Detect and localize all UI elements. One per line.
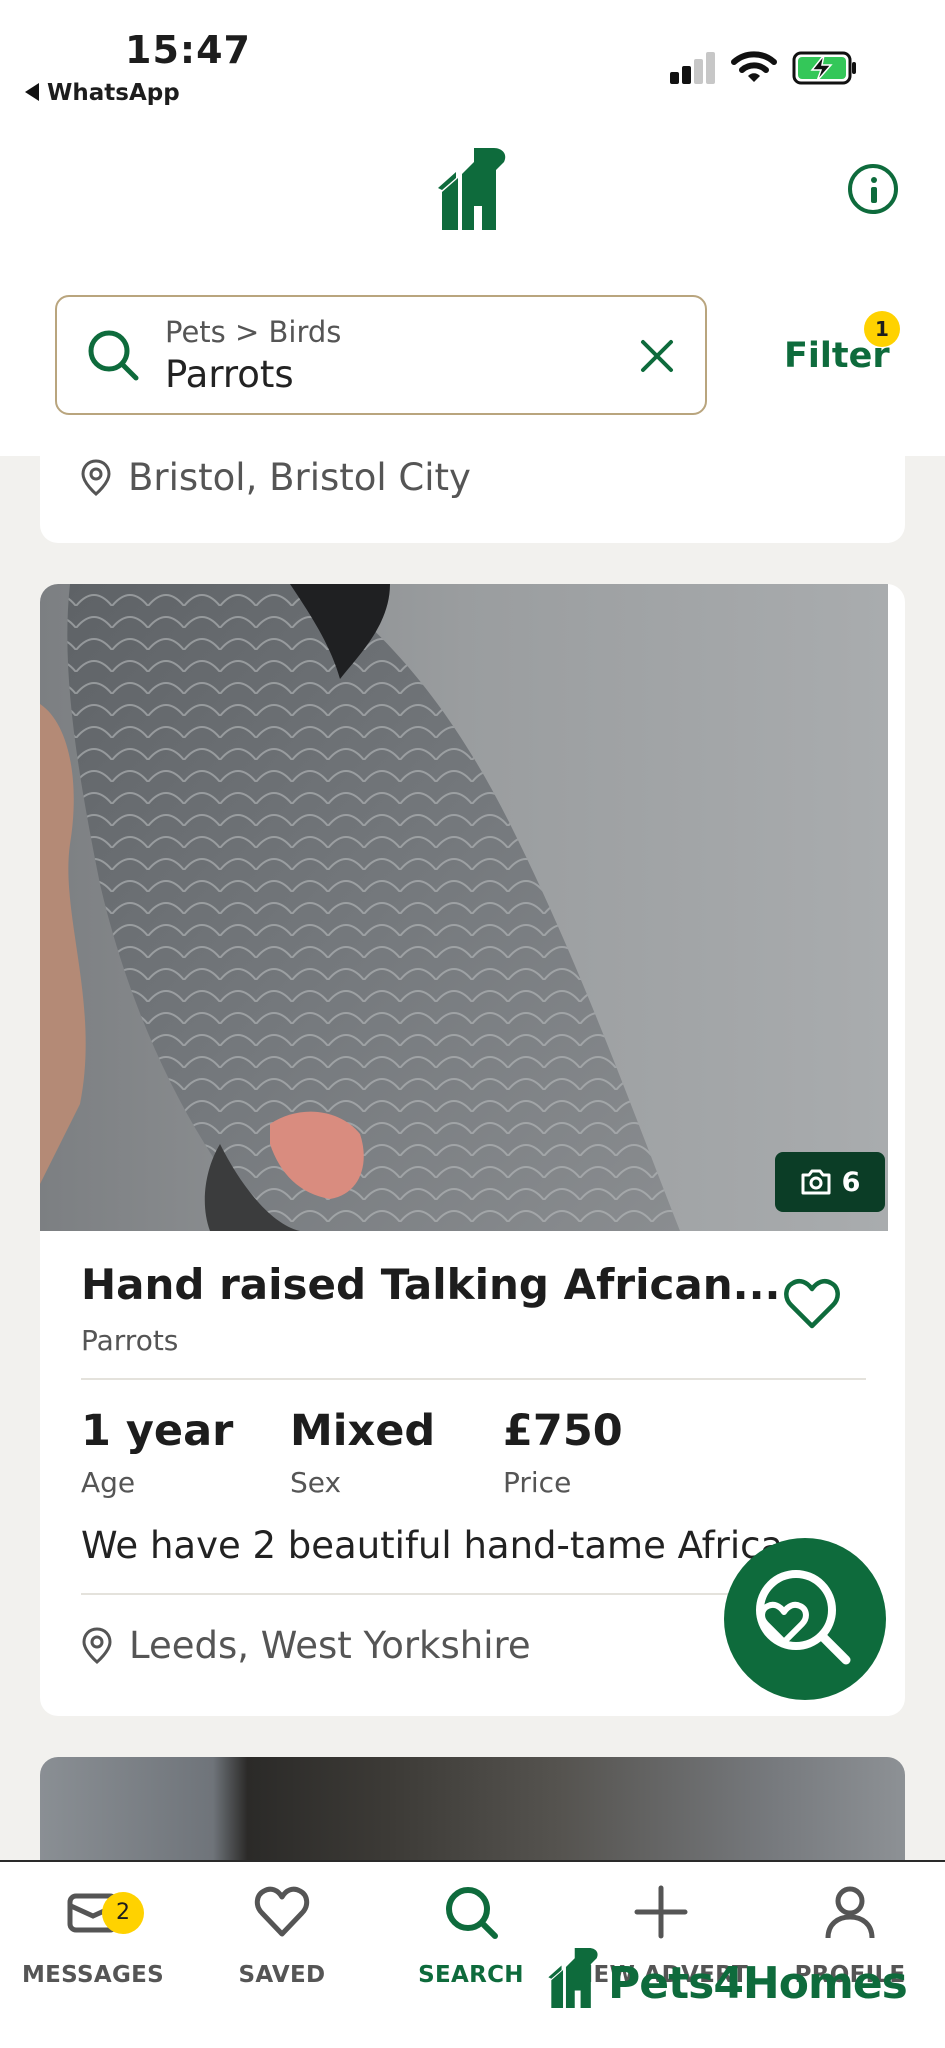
stat-value: Mixed [290, 1406, 436, 1456]
camera-icon [801, 1169, 831, 1195]
cellular-signal-icon [668, 52, 718, 84]
clear-search-icon[interactable] [640, 339, 674, 373]
listing-location: Bristol, Bristol City [80, 456, 471, 499]
listing-photo[interactable] [40, 584, 888, 1231]
listing-card-previous[interactable]: Bristol, Bristol City [40, 440, 905, 543]
location-text: Leeds, West Yorkshire [129, 1624, 531, 1667]
back-to-app-link[interactable]: WhatsApp [25, 80, 180, 106]
photo-count: 6 [841, 1166, 861, 1198]
nav-messages[interactable]: MESSAGES [3, 1884, 183, 1988]
nav-label: SAVED [238, 1962, 326, 1988]
listing-category: Parrots [81, 1324, 179, 1357]
info-icon [871, 177, 877, 183]
stat-sex: Mixed Sex [290, 1406, 435, 1499]
heart-search-icon [756, 1570, 851, 1665]
nav-label: MESSAGES [21, 1962, 165, 1988]
pets4homes-watermark: Pets4Homes [548, 1948, 908, 2009]
search-icon [88, 330, 139, 381]
stat-price: £750 Price [503, 1406, 623, 1499]
parrot-photo-image [40, 584, 888, 1231]
stat-value: 1 year [81, 1406, 234, 1456]
wifi-icon [731, 51, 777, 82]
nav-search[interactable]: SEARCH [381, 1884, 561, 1988]
heart-icon [254, 1886, 310, 1937]
nav-label: SEARCH [418, 1962, 524, 1988]
search-query[interactable]: Parrots [165, 353, 294, 396]
listing-card-next[interactable] [40, 1757, 905, 1877]
info-button[interactable] [848, 164, 898, 214]
search-field[interactable]: Pets > Birds Parrots [55, 295, 707, 415]
pets4homes-logo-icon [548, 1948, 598, 2008]
stat-age: 1 year Age [81, 1406, 233, 1499]
stat-label: Price [503, 1466, 572, 1499]
location-pin-icon [81, 458, 111, 496]
listing-title[interactable]: Hand raised Talking African... [81, 1260, 801, 1309]
saved-search-fab[interactable] [724, 1538, 886, 1700]
back-arrow-icon [25, 83, 39, 101]
messages-count-badge: 2 [102, 1892, 144, 1934]
search-breadcrumb: Pets > Birds [165, 315, 342, 349]
person-icon [825, 1886, 875, 1939]
location-pin-icon [82, 1626, 112, 1664]
nav-saved[interactable]: SAVED [192, 1884, 372, 1988]
location-text: Bristol, Bristol City [128, 456, 471, 499]
filter-count-badge: 1 [864, 311, 900, 347]
listing-description: We have 2 beautiful hand-tame African Gr… [81, 1524, 781, 1567]
back-app-label: WhatsApp [47, 80, 180, 106]
pets4homes-logo-icon[interactable] [438, 148, 508, 230]
stat-label: Age [81, 1466, 136, 1499]
watermark-text: Pets4Homes [608, 1958, 908, 2009]
photo-count-badge[interactable]: 6 [775, 1152, 885, 1212]
search-icon [446, 1887, 498, 1939]
card-divider [81, 1378, 866, 1380]
plus-icon [634, 1885, 688, 1939]
battery-charging-icon [792, 51, 856, 85]
save-favourite-heart-icon[interactable] [784, 1278, 840, 1330]
info-icon-bar [871, 187, 877, 203]
status-time: 15:47 [125, 28, 251, 72]
listing-location: Leeds, West Yorkshire [81, 1624, 531, 1667]
stat-value: £750 [503, 1406, 623, 1456]
stat-label: Sex [290, 1466, 342, 1499]
